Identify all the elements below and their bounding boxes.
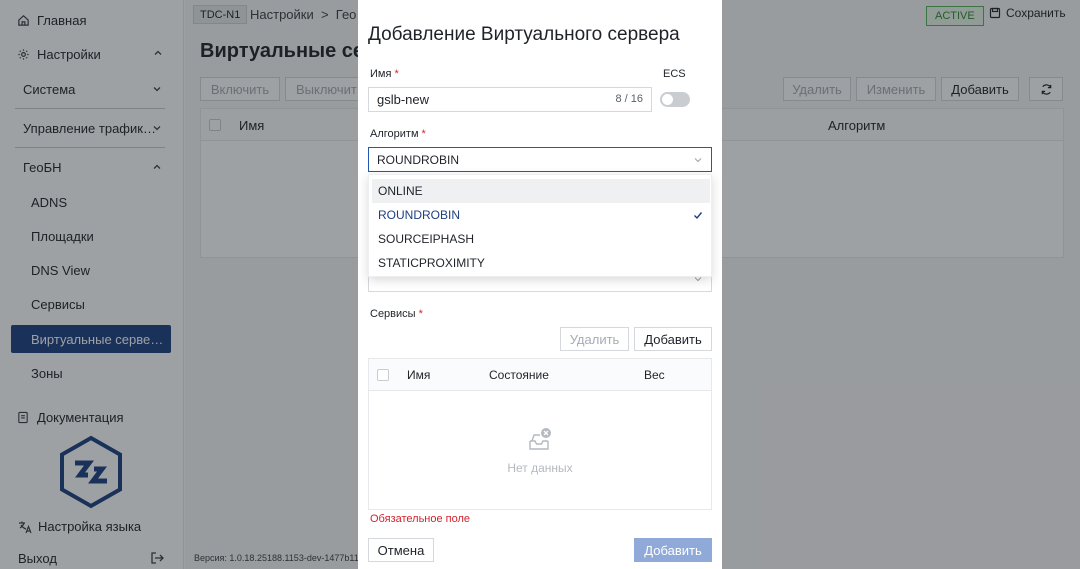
name-label-text: Имя <box>370 68 392 80</box>
algorithm-select-value: ROUNDROBIN <box>377 152 460 167</box>
modal-title: Добавление Виртуального сервера <box>368 24 680 45</box>
ecs-label: ECS <box>663 68 686 80</box>
option-staticproximity[interactable]: STATICPROXIMITY <box>372 251 710 275</box>
toggle-knob <box>662 94 673 105</box>
name-input-value: gslb-new <box>377 92 430 107</box>
empty-state-text: Нет данных <box>507 461 573 475</box>
algorithm-dropdown: ONLINE ROUNDROBIN SOURCEIPHASH STATICPRO… <box>368 174 712 277</box>
name-label: Имя * <box>370 68 399 80</box>
submit-button[interactable]: Добавить <box>634 538 712 562</box>
services-table-header: Имя Состояние Вес <box>369 359 711 391</box>
check-icon <box>694 212 703 220</box>
services-label: Сервисы * <box>370 308 423 320</box>
cancel-button[interactable]: Отмена <box>368 538 434 562</box>
char-counter: 8 / 16 <box>615 93 643 105</box>
required-field-error: Обязательное поле <box>370 513 471 525</box>
col-state: Состояние <box>489 368 549 382</box>
services-table: Имя Состояние Вес Нет данных <box>368 358 712 510</box>
col-name: Имя <box>407 368 431 382</box>
algorithm-label: Алгоритм * <box>370 128 426 140</box>
add-virtual-server-modal: Добавление Виртуального сервера Имя * gsl… <box>358 0 722 569</box>
services-delete-button[interactable]: Удалить <box>560 327 629 351</box>
option-online[interactable]: ONLINE <box>372 179 710 203</box>
ecs-toggle[interactable] <box>660 92 690 107</box>
chevron-down-icon <box>694 158 702 163</box>
option-roundrobin[interactable]: ROUNDROBIN <box>372 203 710 227</box>
algorithm-select[interactable]: ROUNDROBIN <box>368 147 712 172</box>
algorithm-label-text: Алгоритм <box>370 128 419 140</box>
empty-inbox-icon <box>529 428 551 450</box>
services-add-button[interactable]: Добавить <box>634 327 712 351</box>
services-select-all-checkbox[interactable] <box>377 369 389 381</box>
option-sourceiphash[interactable]: SOURCEIPHASH <box>372 227 710 251</box>
col-weight: Вес <box>644 368 665 382</box>
services-label-text: Сервисы <box>370 308 416 320</box>
option-roundrobin-label: ROUNDROBIN <box>378 208 461 222</box>
name-input[interactable]: gslb-new 8 / 16 <box>368 87 652 112</box>
